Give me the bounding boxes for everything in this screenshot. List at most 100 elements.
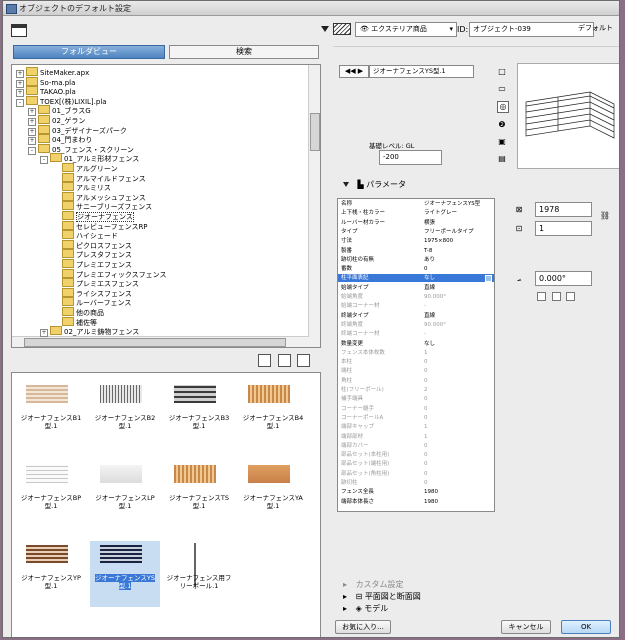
parameter-row[interactable]: 柱平面表記 なし <box>338 274 494 283</box>
tab-search[interactable]: 検索 <box>169 45 319 59</box>
parameter-row[interactable]: 端部カバー 0 <box>338 442 494 450</box>
parameter-row[interactable]: 本柱 0 <box>338 358 494 366</box>
parameter-row[interactable]: 製番 T-8 <box>338 247 494 255</box>
tree-item[interactable]: -05_フェンス・スクリーン <box>28 143 134 155</box>
tree-item[interactable]: アルグリーン <box>52 163 118 173</box>
tree-item[interactable]: ジオーナフェンス <box>52 211 134 222</box>
object-thumbnail[interactable]: ジオーナフェンスB3型.1 <box>164 381 234 447</box>
tree-item[interactable]: プレミエスフェンス <box>52 278 139 288</box>
parameter-row[interactable]: 名称 ジオーナフェンスYS型 <box>338 200 494 208</box>
id-field[interactable]: オブジェクト-039 <box>469 22 594 37</box>
collapse-toggle-icon[interactable]: - <box>40 156 48 165</box>
large-icon-view-icon[interactable] <box>258 354 271 367</box>
tab-folder-view[interactable]: フォルダビュー <box>13 45 165 59</box>
tree-item[interactable]: プレスタフェンス <box>52 249 132 259</box>
parameter-row[interactable]: コーナーポールA 0 <box>338 414 494 422</box>
custom-settings-section[interactable]: ▸ カスタム設定 <box>333 579 404 591</box>
width-field[interactable]: 1978 <box>535 202 592 217</box>
library-folder-tree[interactable]: + SiteMaker.apx + So-ma.pla + TAKAO.pla - TOEX[… <box>11 64 321 348</box>
tree-item[interactable]: 補佐等 <box>52 316 97 327</box>
tree-item[interactable]: アルマイルドフェンス <box>52 172 146 183</box>
parameters-section-header[interactable]: ▙ パラメータ <box>333 179 406 191</box>
object-thumbnail[interactable]: ジオーナフェンス用フリーポール.1 <box>164 541 234 607</box>
side-view-icon[interactable]: ▭ <box>497 84 507 94</box>
parameter-row[interactable]: 始端コーナー材 - <box>338 302 494 310</box>
cancel-button[interactable]: キャンセル <box>501 620 551 634</box>
tree-item[interactable]: +01_ブラスG <box>28 105 91 117</box>
tree-item[interactable]: セレビューフェンスRP <box>52 220 148 231</box>
parameter-row[interactable]: 部品セット(端柱用) 0 <box>338 460 494 468</box>
tree-item[interactable]: ルーバーフェンス <box>52 297 131 307</box>
scroll-thumb[interactable] <box>310 113 320 151</box>
parameter-row[interactable]: 補手端具 0 <box>338 395 494 403</box>
parameter-row[interactable]: 終端角度 90.000° <box>338 321 494 329</box>
expand-toggle-icon[interactable]: + <box>40 329 48 338</box>
list-icon[interactable]: ▤ <box>497 154 507 164</box>
3d-view-icon[interactable]: ◎ <box>497 101 509 113</box>
ok-button[interactable]: OK <box>561 620 611 634</box>
detail-view-icon[interactable] <box>297 354 311 367</box>
parameter-row[interactable]: フェンス全長 1980 <box>338 488 494 496</box>
layer-combo[interactable]: 👁 エクステリア商品 ▾ <box>355 22 457 37</box>
height-field[interactable]: 1 <box>535 221 592 236</box>
object-thumbnail[interactable]: ジオーナフェンスYA型.1 <box>238 461 308 527</box>
parameter-row[interactable]: 始端タイプ 直線 <box>338 284 494 292</box>
parameter-row[interactable]: 部品セット(角柱用) 0 <box>338 470 494 478</box>
prev-next-buttons[interactable]: ◀◀ ▶ <box>339 65 369 78</box>
tree-item[interactable]: +03_デザイナーズパーク <box>28 124 127 136</box>
settings-icon[interactable]: ▣ <box>497 137 507 147</box>
rotate-icon[interactable] <box>566 292 576 301</box>
parameter-row[interactable]: 終端コーナー材 - <box>338 330 494 338</box>
object-thumbnail[interactable]: ジオーナフェンスYP型.1 <box>16 541 86 607</box>
parameter-row[interactable]: ルーバー材カラー 横張 <box>338 219 494 227</box>
tree-item[interactable]: +02_ゲラン <box>28 115 85 126</box>
tree-item[interactable]: ピクロスフェンス <box>52 239 132 250</box>
tree-item[interactable]: +02_アルミ鋳物フェンス <box>40 326 139 338</box>
parameter-row[interactable]: コーナー継手 0 <box>338 405 494 413</box>
parameter-list[interactable]: 名称 ジオーナフェンスYS型 上下桟・柱カラー ライトグレー ルーバー材カラー 横張 タイプ… <box>337 198 495 512</box>
parameter-row[interactable]: 端柱 0 <box>338 367 494 375</box>
collapse-toggle-icon[interactable]: - <box>28 146 36 155</box>
parameter-row[interactable]: 跡切柱 0 <box>338 479 494 487</box>
list-view-icon[interactable] <box>277 354 291 367</box>
parameter-row[interactable]: 角柱 0 <box>338 377 494 385</box>
plan-view-icon[interactable]: □ <box>497 67 507 77</box>
link-chain-icon[interactable]: ⛓ <box>599 210 611 222</box>
object-thumbnail[interactable]: ジオーナフェンスLP型.1 <box>90 461 160 527</box>
parameter-row[interactable]: 終端タイプ 直線 <box>338 312 494 320</box>
parameter-toggle[interactable] <box>485 275 492 283</box>
object-thumbnail[interactable]: ジオーナフェンスB4型.1 <box>238 381 308 447</box>
parameter-row[interactable]: 端部部材 1 <box>338 433 494 441</box>
tree-item[interactable]: -01_アルミ形材フェンス <box>40 153 139 165</box>
tree-horizontal-scrollbar[interactable] <box>12 336 309 347</box>
tree-item[interactable]: + SiteMaker.apx <box>16 67 89 78</box>
parameter-row[interactable]: 部品セット(本柱用) 0 <box>338 451 494 459</box>
tree-item[interactable]: +04_門まわり <box>28 134 92 146</box>
tree-item[interactable]: プレミエフェンス <box>52 259 132 269</box>
tree-item[interactable]: 他の商品 <box>52 307 104 317</box>
base-level-field[interactable]: -200 <box>379 150 442 165</box>
tree-item[interactable]: プレミエフィックスフェンス <box>52 268 167 279</box>
collapse-toggle-icon[interactable]: - <box>16 98 24 107</box>
parameter-row[interactable]: 始端角度 90.000° <box>338 293 494 301</box>
parameter-row[interactable]: 上下桟・柱カラー ライトグレー <box>338 209 494 217</box>
parameter-row[interactable]: 跡切柱の有無 あり <box>338 256 494 264</box>
tree-item[interactable]: - TOEX[(株)LIXIL].pla <box>16 95 107 107</box>
scroll-thumb[interactable] <box>24 338 286 347</box>
mirror-icon[interactable] <box>551 292 561 301</box>
tree-item[interactable]: アルメッシュフェンス <box>52 191 146 202</box>
object-thumbnail[interactable]: ジオーナフェンスYS型.1 <box>90 541 160 607</box>
info-icon[interactable]: ❷ <box>497 120 507 130</box>
tree-item[interactable]: + So-ma.pla <box>16 76 75 88</box>
tree-vertical-scrollbar[interactable] <box>308 65 320 347</box>
tree-item[interactable]: + TAKAO.pla <box>16 86 76 98</box>
tree-item[interactable]: ハイシェード <box>52 230 118 240</box>
parameter-row[interactable]: 寸法 1975×800 <box>338 237 494 245</box>
parameter-row[interactable]: 端部本体長さ 1980 <box>338 498 494 506</box>
parameter-row[interactable]: 端部キャップ 1 <box>338 423 494 431</box>
angle-field[interactable]: 0.000° <box>535 271 592 286</box>
plan-section-section[interactable]: ▸ ⊟ 平面図と断面図 <box>333 591 421 603</box>
parameter-row[interactable]: 柱(フリーポール) 2 <box>338 386 494 394</box>
parameter-row[interactable]: タイプ フリーポールタイプ <box>338 228 494 236</box>
tree-item[interactable]: ライシスフェンス <box>52 287 132 298</box>
